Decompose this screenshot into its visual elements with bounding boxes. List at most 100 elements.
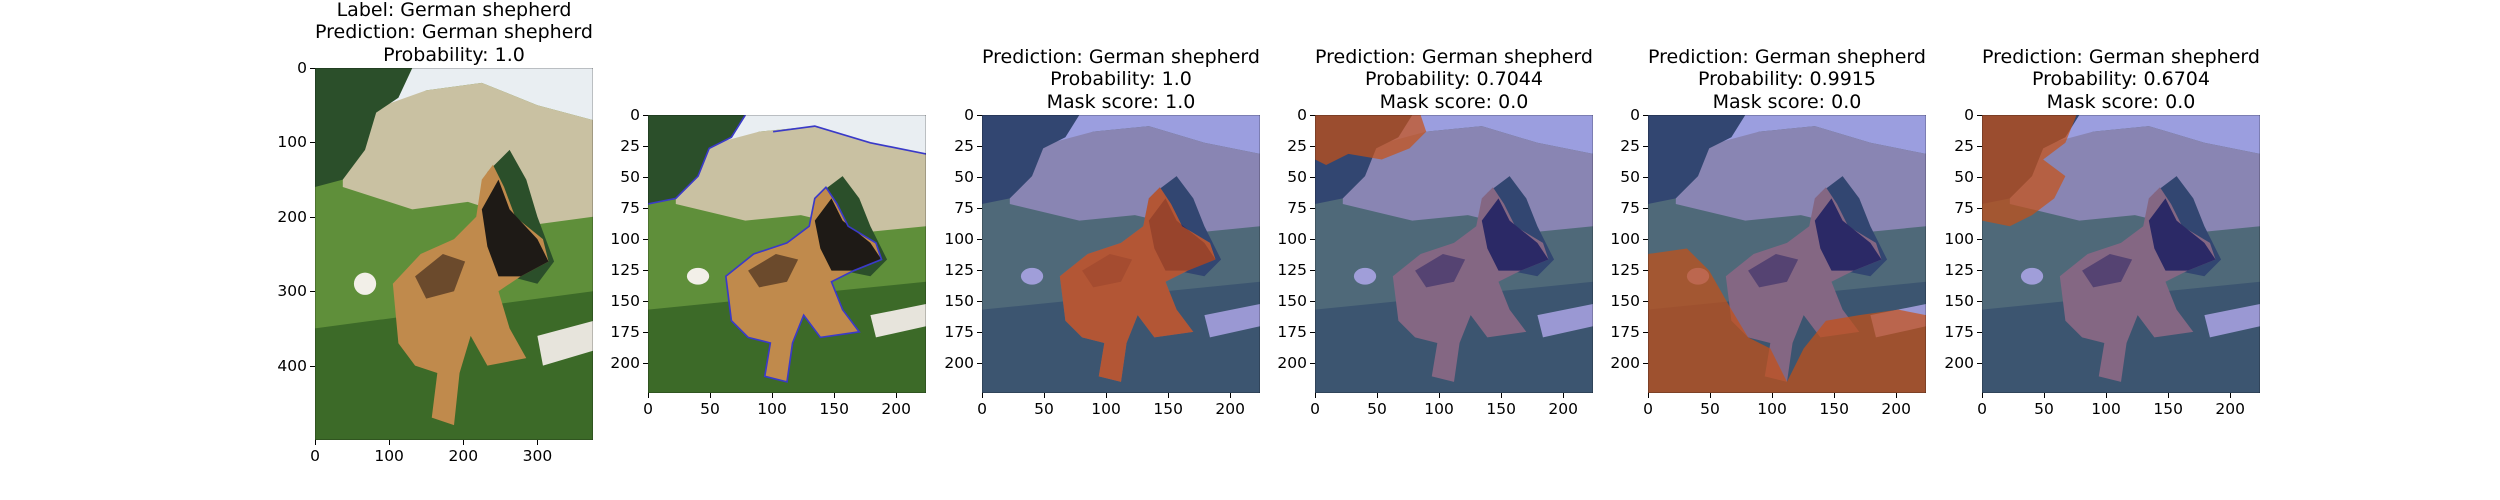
y-tick-mark [1643,363,1648,365]
y-tick-label: 200 [1944,354,1974,373]
x-tick-mark [2044,393,2046,398]
y-tick-mark [1310,270,1315,272]
y-tick-mark [1310,363,1315,365]
y-tick-label: 50 [1620,168,1640,187]
x-tick-mark [1834,393,1836,398]
y-tick-label: 175 [1944,323,1974,342]
x-tick-label: 50 [1700,400,1720,418]
y-tick-label: 125 [1277,261,1307,280]
y-tick-label: 75 [1287,199,1307,218]
y-tick-label: 175 [944,323,974,342]
title-line: Probability: 1.0 [383,43,525,66]
y-tick-label: 75 [1620,199,1640,218]
title-line: Prediction: German shepherd [1315,45,1593,68]
panel-title: Prediction: German shepherd Probability: … [1648,46,1926,114]
x-tick-label: 0 [1643,400,1653,418]
y-tick-label: 175 [1610,323,1640,342]
x-tick-label: 100 [374,447,404,465]
x-tick-mark [537,440,539,445]
y-tick-mark [643,115,648,116]
y-tick-mark [977,115,982,116]
y-tick-mark [1977,239,1982,241]
x-tick-label: 200 [1881,400,1911,418]
x-tick-mark [389,440,391,445]
y-tick-label: 75 [954,199,974,218]
x-tick-mark [2168,393,2170,398]
y-tick-label: 0 [297,59,307,77]
x-tick-label: 50 [2034,400,2054,418]
y-tick-mark [1643,208,1648,210]
x-tick-mark [982,393,983,398]
y-tick-mark [1977,363,1982,365]
title-line: Label: German shepherd [336,0,572,21]
y-tick-mark [977,177,982,179]
title-line: Probability: 0.9915 [1698,68,1876,90]
x-tick-label: 200 [1548,400,1578,418]
y-tick-label: 0 [1297,106,1307,124]
y-tick-mark [1643,239,1648,241]
y-tick-label: 0 [1630,106,1640,124]
title-line: Mask score: 0.0 [1379,90,1529,113]
y-tick-label: 400 [277,356,307,375]
y-tick-mark [1310,332,1315,334]
y-tick-mark [643,301,648,303]
y-tick-label: 100 [1944,230,1974,249]
y-tick-mark [643,208,648,210]
y-tick-label: 125 [944,261,974,280]
y-tick-mark [310,68,315,69]
y-tick-label: 150 [944,292,974,311]
y-tick-mark [1310,115,1315,116]
x-tick-label: 150 [1819,400,1849,418]
x-tick-label: 50 [1367,400,1387,418]
y-tick-mark [1643,270,1648,272]
y-tick-mark [977,301,982,303]
title-line: Prediction: German shepherd [982,45,1260,68]
y-tick-mark [310,291,315,293]
y-tick-label: 200 [610,354,640,373]
image-axes [1982,115,2260,393]
x-tick-mark [896,393,898,398]
x-tick-mark [1439,393,1441,398]
y-tick-mark [1643,115,1648,116]
y-tick-label: 100 [944,230,974,249]
y-tick-label: 0 [1964,106,1974,124]
y-tick-mark [643,332,648,334]
y-tick-label: 150 [1277,292,1307,311]
x-tick-label: 200 [448,447,479,465]
y-tick-mark [1310,177,1315,179]
y-tick-mark [310,365,315,367]
y-tick-mark [1977,208,1982,210]
y-tick-mark [977,332,982,334]
y-tick-label: 100 [1610,230,1640,249]
y-tick-label: 50 [954,168,974,187]
y-tick-label: 175 [610,323,640,342]
x-tick-mark [1168,393,1170,398]
title-line: Probability: 0.6704 [2032,68,2210,90]
x-tick-label: 100 [1091,400,1121,418]
x-tick-label: 0 [643,400,653,418]
x-tick-label: 200 [881,400,911,418]
y-tick-label: 75 [620,199,640,218]
y-tick-mark [643,146,648,148]
title-line: Probability: 1.0 [1050,68,1192,90]
x-tick-mark [1648,393,1649,398]
x-tick-mark [1044,393,1046,398]
y-tick-mark [1977,301,1982,303]
title-line: Prediction: German shepherd [1982,45,2260,68]
x-tick-label: 0 [977,400,987,418]
y-tick-label: 150 [1944,292,1974,311]
image-axes [1315,115,1593,393]
y-tick-label: 0 [630,106,640,124]
y-tick-label: 200 [1277,354,1307,373]
x-tick-mark [1710,393,1712,398]
title-line: Mask score: 0.0 [1712,90,1862,113]
y-tick-mark [1977,177,1982,179]
x-tick-label: 200 [1215,400,1245,418]
panel-title: Prediction: German shepherd Probability: … [1982,46,2260,114]
x-tick-mark [2230,393,2232,398]
image-axes [1648,115,1926,393]
title-line: Prediction: German shepherd [315,21,593,43]
x-tick-mark [1896,393,1898,398]
y-tick-mark [977,270,982,272]
panel-title: Prediction: German shepherd Probability: … [1315,46,1593,114]
